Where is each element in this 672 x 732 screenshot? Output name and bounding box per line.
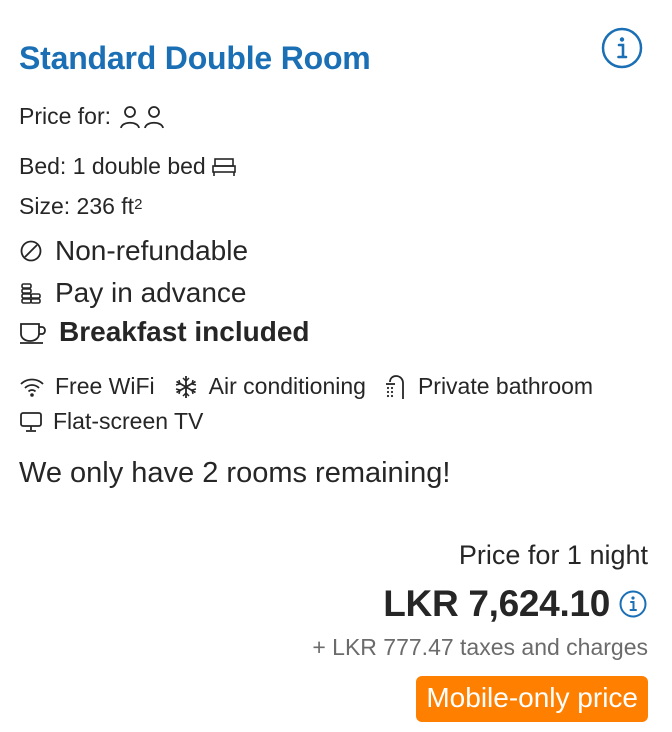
amenity-label: Free WiFi (55, 373, 155, 399)
payment-text: Pay in advance (55, 277, 247, 308)
room-info-button[interactable] (600, 26, 644, 70)
wifi-icon (19, 376, 45, 398)
room-card: Standard Double Room Price for: Bed: 1 d… (0, 0, 672, 732)
bed-text: Bed: 1 double bed (19, 153, 206, 179)
info-icon (601, 27, 643, 69)
price-row: LKR 7,624.10 (383, 583, 648, 625)
bed-icon (211, 157, 236, 177)
price-period-label: Price for 1 night (458, 540, 648, 570)
mobile-only-price-badge: Mobile-only price (416, 676, 648, 722)
amenities-row: Free WiFi Air conditioning Private bathr… (19, 373, 611, 400)
bed-row: Bed: 1 double bed (19, 153, 236, 180)
breakfast-text: Breakfast included (59, 316, 310, 347)
amenity-ac: Air conditioning (173, 373, 366, 400)
amenity-tv: Flat-screen TV (19, 408, 203, 435)
coins-icon (19, 281, 43, 305)
shower-icon (384, 374, 408, 400)
amenity-label: Air conditioning (208, 373, 366, 399)
info-icon (619, 590, 647, 618)
price-amount: LKR 7,624.10 (383, 583, 610, 624)
tv-icon (19, 411, 43, 433)
price-info-button[interactable] (618, 589, 648, 619)
amenity-label: Private bathroom (417, 373, 594, 399)
taxes-and-charges: + LKR 777.47 taxes and charges (312, 634, 648, 660)
amenity-bath: Private bathroom (384, 373, 593, 400)
guests-row: Price for: (19, 103, 165, 130)
payment-policy: Pay in advance (19, 277, 246, 309)
coffee-cup-icon (19, 320, 47, 344)
amenity-label: Flat-screen TV (53, 408, 204, 434)
refund-policy: Non-refundable (19, 235, 248, 267)
size-row: Size: 236 ft 2 (19, 193, 142, 220)
room-title[interactable]: Standard Double Room (19, 40, 371, 77)
refund-text: Non-refundable (55, 235, 249, 266)
rooms-remaining-message: We only have 2 rooms remaining! (19, 457, 451, 489)
amenities-row-2: Flat-screen TV (19, 408, 221, 435)
breakfast-policy: Breakfast included (19, 316, 310, 348)
no-icon (19, 239, 43, 263)
size-superscript: 2 (134, 196, 143, 213)
snowflake-icon (173, 374, 199, 400)
amenity-wifi: Free WiFi (19, 373, 155, 400)
person-icon (143, 105, 165, 129)
price-for-label: Price for: (19, 103, 112, 129)
person-icon (119, 105, 141, 129)
size-text: Size: 236 ft (19, 193, 135, 219)
